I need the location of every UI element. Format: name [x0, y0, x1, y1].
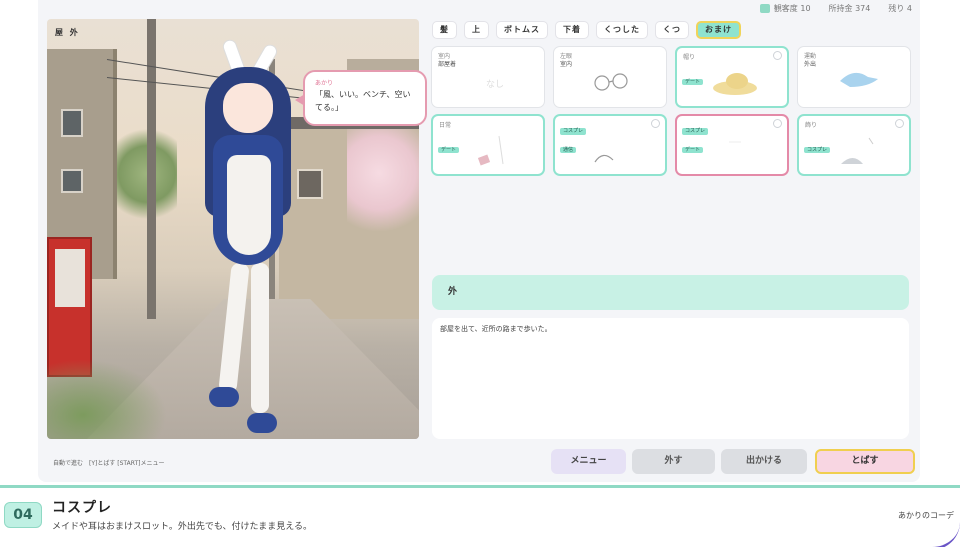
leg: [251, 263, 269, 413]
category-tabs: 髪 上 ボトムス 下着 くつした くつ おまけ: [432, 21, 741, 39]
item-tag: デート: [682, 147, 704, 153]
select-ring: [773, 119, 782, 128]
speaker-name: あかり: [315, 80, 334, 87]
item-card[interactable]: 室内 部屋着 なし: [431, 46, 545, 108]
face: [223, 83, 273, 133]
pin-icon: [477, 135, 504, 166]
description-title: 外: [432, 275, 909, 310]
tab-top[interactable]: 上: [464, 21, 489, 39]
item-tag: コスプレ: [560, 128, 587, 135]
svg-text:なし: なし: [486, 79, 504, 90]
window: [61, 109, 83, 137]
item-card[interactable]: 運動 外出: [797, 46, 911, 108]
item-tag: コスプレ: [804, 147, 831, 153]
blank-icon: [729, 141, 741, 143]
item-tag: デート: [682, 79, 704, 85]
caption-band: 04 コスプレ メイドや耳はおまけスロット。外出先でも、付けたまま見える。 あか…: [0, 485, 960, 547]
glasses-icon: [594, 73, 628, 91]
item-tag: コスプレ: [682, 128, 709, 135]
go-out-button[interactable]: 出かける: [721, 449, 807, 474]
select-ring: [773, 51, 782, 60]
vending-machine: [47, 237, 92, 377]
remove-button[interactable]: 外す: [632, 449, 715, 474]
bunny-ears-icon: [841, 137, 874, 164]
apron: [227, 155, 271, 255]
item-card[interactable]: 飾り コスプレ: [797, 114, 911, 176]
item-card[interactable]: 帽り デート: [675, 46, 789, 108]
shoe: [247, 413, 277, 433]
shoe: [209, 387, 239, 407]
character-akari: [187, 37, 307, 437]
item-name: 外出: [804, 61, 817, 68]
location-label: 屋 外: [55, 28, 80, 37]
select-ring: [651, 119, 660, 128]
cherry-tree: [347, 129, 419, 239]
status-bar: 観客度 10 所持金 374 残り 4: [759, 3, 912, 14]
menu-button[interactable]: メニュー: [551, 449, 626, 474]
corner-accent: [930, 522, 960, 547]
cap-icon: [840, 72, 878, 87]
counter-stat: 観客度 10: [759, 3, 811, 14]
tab-hair[interactable]: 髪: [432, 21, 457, 39]
speech-bubble: あかり 「風、いい。ベンチ、空いてる。」: [295, 70, 427, 126]
straw-hat-icon: [713, 73, 757, 95]
caption-title: コスプレ: [52, 500, 112, 516]
description-body: 部屋を出て、近所の路まで歩いた。: [432, 318, 909, 439]
money-stat: 所持金 374: [828, 4, 871, 13]
item-card[interactable]: 日常 デート: [431, 114, 545, 176]
controls-hint: 自動で進む [Y]とばす [START]メニュー: [53, 460, 165, 467]
item-tag: デート: [438, 147, 460, 153]
item-grid: 室内 部屋着 なし 左眼 室内 帽り デート 運動 外出 日常 デート コスプレ…: [431, 46, 911, 176]
caption-subtitle: メイドや耳はおまけスロット。外出先でも、付けたまま見える。: [52, 522, 313, 532]
speech-text: 「風、いい。ベンチ、空いてる。」: [315, 90, 411, 112]
item-name: 部屋着: [438, 61, 457, 68]
item-card[interactable]: 左眼 室内: [553, 46, 667, 108]
headband-icon: [594, 154, 614, 163]
skip-button[interactable]: とばす: [815, 449, 915, 474]
tab-extras[interactable]: おまけ: [696, 21, 741, 39]
item-card[interactable]: コスプレ デート: [675, 114, 789, 176]
tab-shoes[interactable]: くつ: [655, 21, 689, 39]
item-slot: 帽り: [683, 54, 696, 61]
tab-socks[interactable]: くつした: [596, 21, 648, 39]
grass: [47, 359, 167, 439]
tab-bottoms[interactable]: ボトムス: [496, 21, 548, 39]
select-ring: [895, 119, 904, 128]
remaining-stat: 残り 4: [888, 4, 912, 13]
item-slot: 飾り: [805, 122, 818, 129]
caption-right-label: あかりのコーデ: [898, 511, 954, 520]
utility-pole: [147, 19, 156, 319]
item-name: 室内: [560, 61, 573, 68]
badge-icon: [759, 4, 770, 13]
leg: [218, 262, 250, 394]
window: [61, 169, 83, 193]
item-slot: 日常: [439, 122, 452, 129]
item-tag: 通信: [560, 147, 577, 153]
tab-underwear[interactable]: 下着: [555, 21, 589, 39]
item-card[interactable]: コスプレ 通信: [553, 114, 667, 176]
blank-icon: なし: [486, 79, 504, 90]
step-number: 04: [4, 502, 42, 528]
action-buttons: メニュー 外す 出かける とばす: [551, 449, 915, 474]
